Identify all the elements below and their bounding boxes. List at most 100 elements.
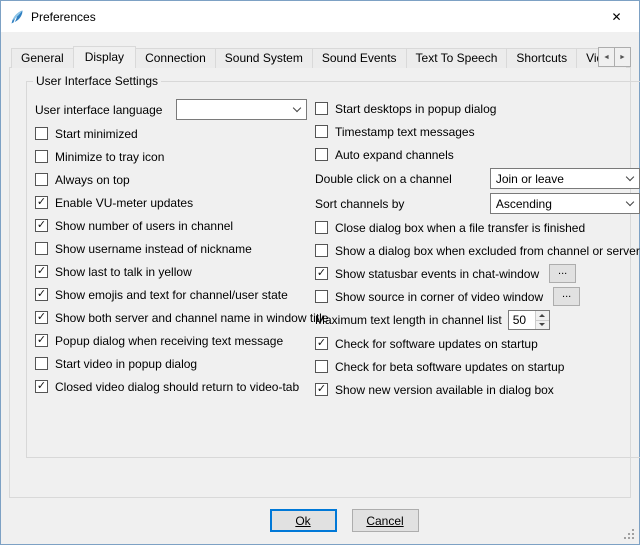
window-title: Preferences [31,10,96,24]
chevron-down-icon [621,194,639,213]
double-click-row: Double click on a channel Join or leave [315,166,640,191]
max-text-length-label: Maximum text length in channel list [315,313,502,327]
checkbox-row[interactable]: Minimize to tray icon [35,145,307,168]
checkbox-label: Timestamp text messages [335,125,475,139]
double-click-label: Double click on a channel [315,172,452,186]
checkbox[interactable]: ✓ [35,265,48,278]
checkbox[interactable] [315,290,328,303]
checkbox-label: Enable VU-meter updates [55,196,193,210]
checkbox-row[interactable]: ✓ Show statusbar events in chat-window... [315,262,640,285]
checkbox[interactable]: ✓ [315,337,328,350]
checkbox-row[interactable]: ✓Check for software updates on startup [315,332,640,355]
checkbox[interactable]: ✓ [35,311,48,324]
checkbox-row[interactable]: Show a dialog box when excluded from cha… [315,239,640,262]
checkbox-label: Start video in popup dialog [55,357,197,371]
tab-connection[interactable]: Connection [135,48,216,68]
tab-shortcuts[interactable]: Shortcuts [506,48,577,68]
tab-sound-events[interactable]: Sound Events [312,48,407,68]
left-column: User interface language Start minimized M… [35,97,307,401]
checkbox-row[interactable]: ✓Show new version available in dialog bo… [315,378,640,401]
checkbox[interactable]: ✓ [35,334,48,347]
right-bottom-checklist: ✓Check for software updates on startupCh… [315,332,640,401]
checkbox[interactable] [35,127,48,140]
checkbox[interactable] [315,148,328,161]
sort-channels-combobox[interactable]: Ascending [490,193,640,214]
app-logo-icon [9,9,25,25]
language-row: User interface language [35,97,307,122]
ok-button[interactable]: Ok [270,509,337,532]
checkbox[interactable]: ✓ [35,380,48,393]
checkbox-row[interactable]: ✓ Show last to talk in yellow [35,260,307,283]
checkbox-row[interactable]: Start video in popup dialog [35,352,307,375]
checkbox[interactable] [315,102,328,115]
checkbox-label: Always on top [55,173,130,187]
spin-up-button[interactable] [536,311,549,321]
checkbox[interactable]: ✓ [315,383,328,396]
checkbox[interactable]: ✓ [315,267,328,280]
chevron-down-icon [288,100,306,119]
checkbox-row[interactable]: ✓ Popup dialog when receiving text messag… [35,329,307,352]
checkbox-label: Show a dialog box when excluded from cha… [335,244,640,258]
cancel-button[interactable]: Cancel [352,509,419,532]
checkbox-label: Show both server and channel name in win… [55,311,329,325]
tab-strip: GeneralDisplayConnectionSound SystemSoun… [9,46,631,68]
max-text-length-spinbox[interactable]: 50 [508,310,550,330]
checkbox[interactable]: ✓ [35,219,48,232]
group-user-interface-settings: User Interface Settings User interface l… [26,74,640,458]
tab-scroll-left-button[interactable]: ◄ [598,47,615,67]
checkbox-label: Show number of users in channel [55,219,233,233]
checkbox-label: Closed video dialog should return to vid… [55,380,299,394]
checkbox-row[interactable]: Close dialog box when a file transfer is… [315,216,640,239]
checkbox[interactable] [315,360,328,373]
checkbox-label: Minimize to tray icon [55,150,164,164]
checkbox-row[interactable]: Check for beta software updates on start… [315,355,640,378]
group-title: User Interface Settings [33,74,161,88]
tab-sound-system[interactable]: Sound System [215,48,313,68]
checkbox-row[interactable]: Start minimized [35,122,307,145]
close-button[interactable]: ✕ [594,1,639,32]
checkbox-row[interactable]: Always on top [35,168,307,191]
checkbox[interactable]: ✓ [35,288,48,301]
checkbox-row[interactable]: ✓ Enable VU-meter updates [35,191,307,214]
checkbox-row[interactable]: Show username instead of nickname [35,237,307,260]
double-click-combobox[interactable]: Join or leave [490,168,640,189]
tab-text-to-speech[interactable]: Text To Speech [406,48,508,68]
ellipsis-button[interactable]: ... [549,264,576,283]
checkbox[interactable] [35,173,48,186]
dialog-body: GeneralDisplayConnectionSound SystemSoun… [1,32,639,544]
language-combobox[interactable] [176,99,307,120]
ellipsis-button[interactable]: ... [553,287,580,306]
checkbox-row[interactable]: ✓Show emojis and text for channel/user s… [35,283,307,306]
tab-bar: GeneralDisplayConnectionSound SystemSoun… [11,46,631,68]
checkbox[interactable]: ✓ [35,196,48,209]
max-text-length-value: 50 [509,311,535,329]
checkbox-row[interactable]: ✓Show both server and channel name in wi… [35,306,307,329]
tab-scrollers: ◄ ► [599,47,631,67]
sort-channels-combobox-value: Ascending [491,197,621,211]
spin-down-button[interactable] [536,321,549,330]
checkbox-row[interactable]: ✓ Show number of users in channel [35,214,307,237]
checkbox-label: Show statusbar events in chat-window [335,267,539,281]
checkbox[interactable] [315,125,328,138]
checkbox[interactable] [35,357,48,370]
checkbox-row[interactable]: Show source in corner of video window... [315,285,640,308]
tab-general[interactable]: General [11,48,74,68]
checkbox-row[interactable]: Auto expand channels [315,143,640,166]
preferences-dialog: Preferences ✕ GeneralDisplayConnectionSo… [0,0,640,545]
tab-display[interactable]: Display [73,46,136,68]
checkbox[interactable] [35,242,48,255]
tab-scroll-right-button[interactable]: ► [614,47,631,67]
checkbox[interactable] [315,221,328,234]
resize-grip[interactable] [624,529,635,540]
right-top-checklist: Start desktops in popup dialog Timestamp … [315,97,640,166]
checkbox-row[interactable]: Timestamp text messages [315,120,640,143]
right-column: Start desktops in popup dialog Timestamp … [315,97,640,401]
titlebar: Preferences ✕ [1,1,639,32]
checkbox[interactable] [315,244,328,257]
checkbox-row[interactable]: ✓ Closed video dialog should return to vi… [35,375,307,398]
checkbox-label: Show last to talk in yellow [55,265,192,279]
checkbox-row[interactable]: Start desktops in popup dialog [315,97,640,120]
checkbox-label: Popup dialog when receiving text message [55,334,283,348]
checkbox[interactable] [35,150,48,163]
cancel-button-label: Cancel [366,514,403,528]
